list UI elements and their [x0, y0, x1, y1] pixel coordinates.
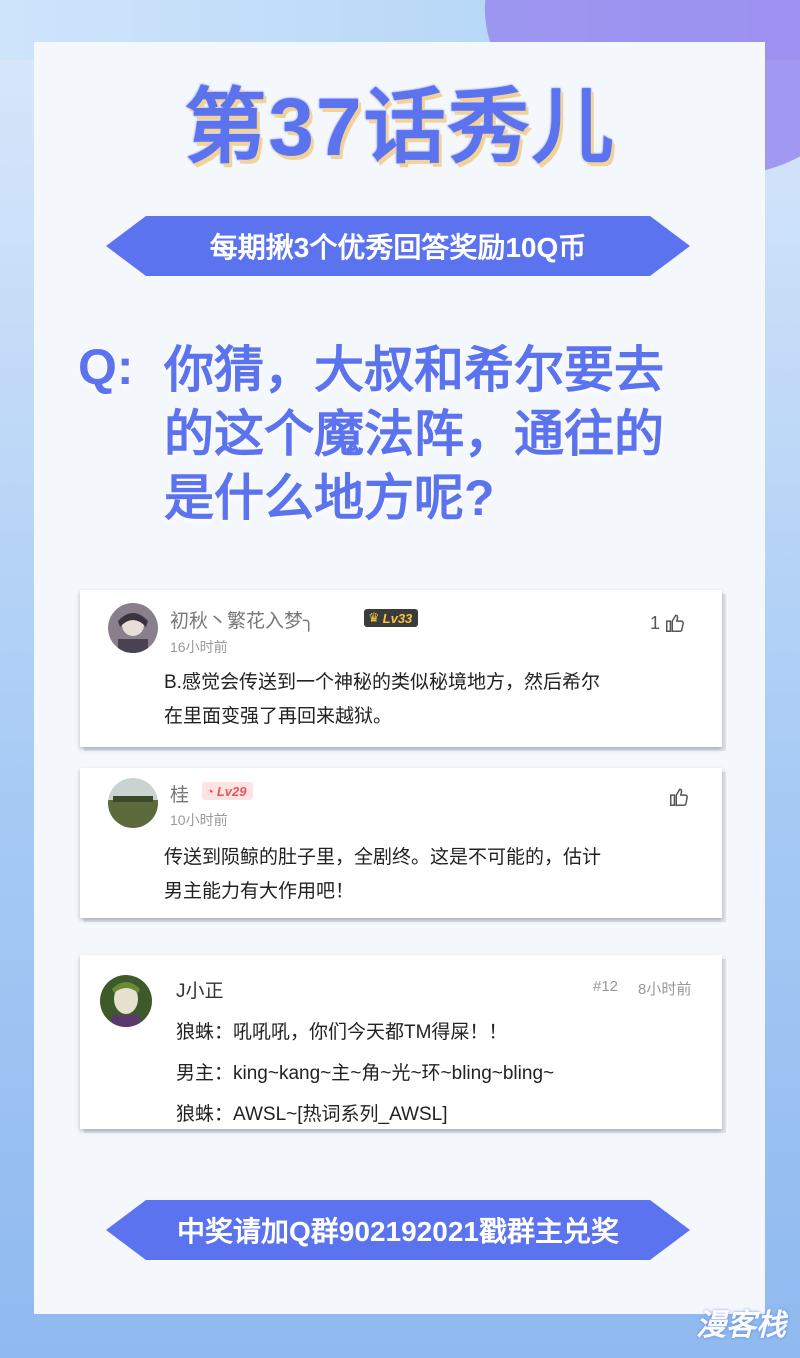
floor-number: #12	[593, 978, 619, 995]
avatar[interactable]	[108, 603, 158, 653]
comment-body: B.感觉会传送到一个神秘的类似秘境地方，然后希尔 在里面变强了再回来越狱。	[164, 672, 600, 727]
reply-line: 男主：king~kang~主~角~光~环~bling~bling~	[176, 1063, 555, 1084]
like-button[interactable]	[668, 786, 690, 808]
comment-card: 桂 ◔ Lv29 10小时前 传送到陨鲸的肚子里，全剧终。这是不可能的，估计 男主…	[80, 768, 722, 918]
avatar[interactable]	[108, 778, 158, 828]
username[interactable]: 初秋丶繁花入梦╮	[170, 606, 314, 633]
watermark-logo: 漫客栈	[696, 1309, 786, 1342]
thumbs-up-icon	[666, 614, 684, 632]
comment-card: 初秋丶繁花入梦╮ ♛ Lv33 16小时前 1 B.感觉会传送到一个神秘的类似秘境…	[80, 590, 722, 747]
comment-time: 16小时前	[170, 639, 228, 655]
comment-time: 10小时前	[170, 812, 228, 828]
level-badge: ◔ Lv29	[202, 782, 253, 800]
reward-banner: 每期揪3个优秀回答奖励10Q币	[106, 216, 690, 276]
like-count: 1	[650, 612, 661, 633]
prize-banner: 中奖请加Q群902192021戳群主兑奖	[106, 1200, 690, 1260]
avatar[interactable]	[100, 975, 152, 1027]
reply-line: 狼蛛：AWSL~[热词系列_AWSL]	[176, 1104, 448, 1125]
crown-icon: ♛	[368, 610, 380, 625]
question-prefix: Q:	[78, 339, 134, 395]
reply-line: 狼蛛：吼吼吼，你们今天都TM得屎！！	[176, 1022, 508, 1043]
username[interactable]: 桂	[170, 780, 189, 807]
level-badge: ♛ Lv33	[364, 609, 419, 627]
page-title: 第37话秀儿	[184, 82, 616, 173]
question-text: 你猜，大叔和希尔要去 的这个魔法阵，通往的 是什么地方呢?	[164, 338, 744, 530]
cake-icon: ◔	[206, 783, 214, 799]
comment-body: 传送到陨鲸的肚子里，全剧终。这是不可能的，估计 男主能力有大作用吧！	[164, 847, 602, 902]
username[interactable]: J小正	[176, 976, 224, 1003]
question-line: 的这个魔法阵，通往的	[164, 406, 664, 462]
comment-card: J小正 #12 8小时前 狼蛛：吼吼吼，你们今天都TM得屎！！ 男主：king~…	[80, 955, 722, 1129]
question-line: 是什么地方呢?	[164, 470, 495, 526]
question-line: 你猜，大叔和希尔要去	[164, 342, 664, 398]
thumbs-up-icon	[670, 788, 688, 806]
like-button[interactable]: 1	[650, 612, 686, 634]
comment-time: 8小时前	[638, 981, 692, 998]
